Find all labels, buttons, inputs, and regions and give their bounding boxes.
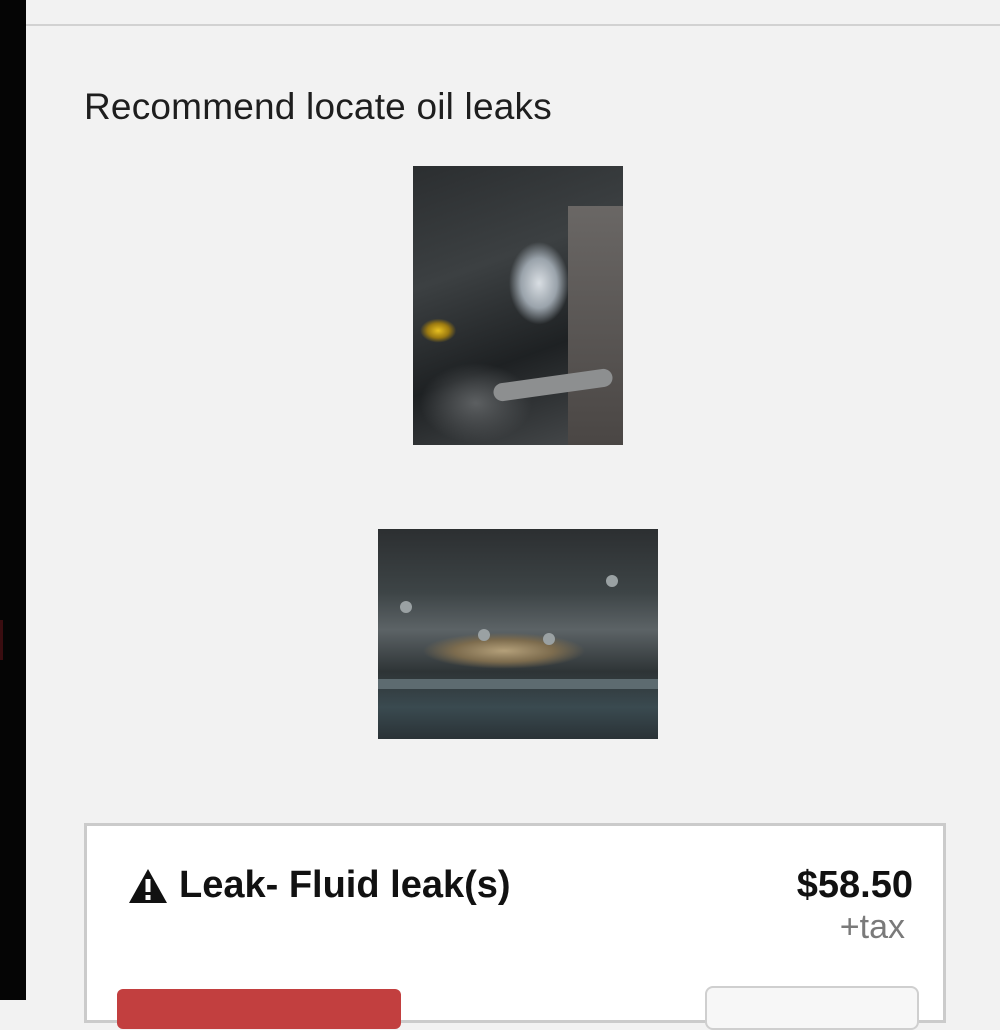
service-recommendation-panel: Recommend locate oil leaks Leak- Fluid l… [26, 0, 1000, 1030]
status-badge [117, 989, 401, 1029]
inspection-photo-oil-pan[interactable] [378, 529, 658, 739]
service-item-tax-note: +tax [839, 908, 905, 946]
section-divider [26, 24, 1000, 26]
recommendation-text: Recommend locate oil leaks [84, 86, 552, 127]
warning-triangle-icon [127, 867, 169, 905]
photo-detail-bolt [606, 575, 618, 587]
service-item-title: Leak- Fluid leak(s) [179, 864, 511, 906]
service-item-heading: Leak- Fluid leak(s) [127, 864, 511, 907]
service-action-button[interactable] [705, 986, 919, 1030]
photo-detail-bolt [478, 629, 490, 641]
service-item-card: Leak- Fluid leak(s) $58.50 +tax [84, 823, 946, 1030]
inspection-photo-engine-bay[interactable] [413, 166, 623, 445]
photo-detail-rail [378, 679, 658, 689]
left-screen-edge [0, 0, 26, 1000]
photo-detail-bolt [400, 601, 412, 613]
photo-detail-bolt [543, 633, 555, 645]
edge-notch [0, 620, 3, 660]
photo-detail-panel [568, 206, 623, 445]
service-item-price: $58.50 [796, 864, 913, 906]
